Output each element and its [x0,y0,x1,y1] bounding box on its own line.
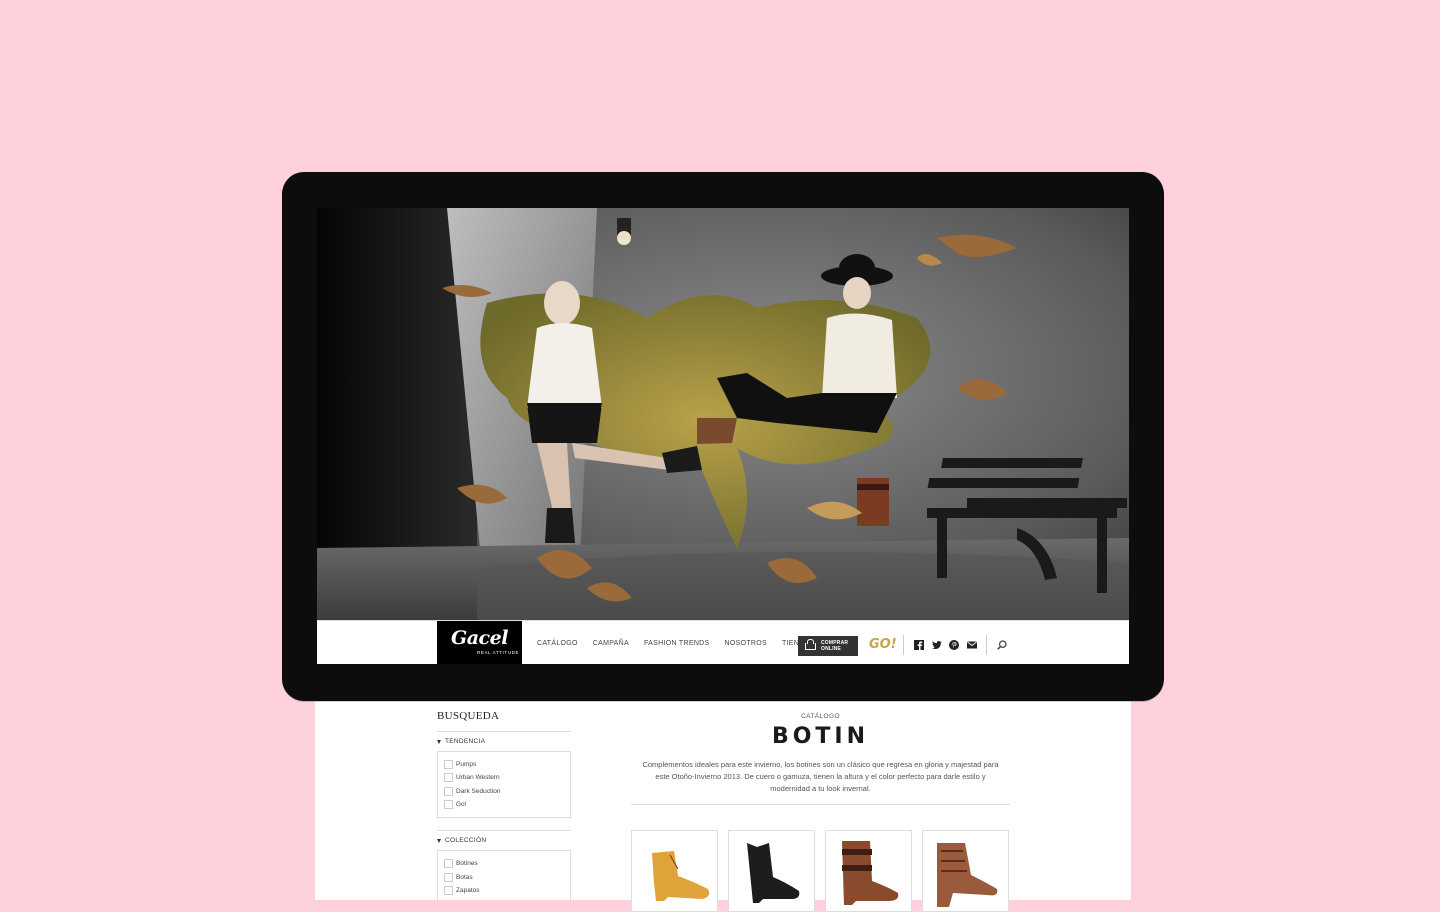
device-frame: Gacel REAL ATTITUDE CATÁLOGO CAMPAÑA FAS… [282,172,1164,701]
product-image-brown-buckle-bootie [842,841,899,905]
category-description: Complementos ideales para este invierno,… [642,760,999,793]
filter-heading-label: COLECCIÓN [445,837,487,845]
filter-heading-tendencia[interactable]: TENDENCIA [437,738,571,745]
filter-options-tendencia: Pumps Urban Western Dark Seduction Go! [437,751,571,819]
pinterest-icon[interactable] [949,640,959,650]
buy-online-line2: ONLINE [821,646,842,652]
device-screen: Gacel REAL ATTITUDE CATÁLOGO CAMPAÑA FAS… [317,208,1129,664]
caret-down-icon [437,739,441,744]
filter-heading-label: TENDENCIA [445,738,486,745]
top-navigation-bar: Gacel REAL ATTITUDE CATÁLOGO CAMPAÑA FAS… [317,620,1129,664]
checkbox[interactable] [444,786,453,796]
basket-icon [805,638,816,650]
main-menu: CATÁLOGO CAMPAÑA FASHION TRENDS NOSOTROS… [537,621,829,664]
content-divider [631,804,1010,805]
logo-tagline: REAL ATTITUDE [477,650,520,655]
search-icon[interactable] [997,640,1007,650]
filter-option-botines[interactable]: Botines [444,857,570,870]
facebook-icon[interactable] [914,640,924,650]
logo-text: Gacel [451,627,508,649]
search-sidebar: BUSQUEDA TENDENCIA Pumps Urban Western D… [437,710,571,905]
catalog-main: CATÁLOGO BOTIN Complementos ideales para… [631,710,1010,912]
twitter-icon[interactable] [932,640,942,650]
checkbox[interactable] [444,800,453,810]
nav-divider [903,635,904,655]
filter-option-botas[interactable]: Botas [444,870,570,883]
nav-nosotros[interactable]: NOSOTROS [725,640,767,647]
brand-logo[interactable]: Gacel REAL ATTITUDE [437,621,522,664]
section-label: CATÁLOGO [801,713,840,720]
checkbox[interactable] [444,885,453,895]
product-image-black-western-bootie [747,843,800,903]
filter-option-dark-seduction[interactable]: Dark Seduction [444,785,570,798]
checkbox[interactable] [444,760,453,770]
hero-campaign-image [317,208,1129,620]
nav-catalogo[interactable]: CATÁLOGO [537,640,578,647]
go-partner-logo[interactable]: GO! [869,637,897,652]
checkbox[interactable] [444,859,453,869]
checkbox[interactable] [444,773,453,783]
mail-icon[interactable] [967,640,977,650]
page-title: BOTIN [771,724,870,749]
buy-online-button[interactable]: COMPRAR ONLINE [798,636,858,656]
sidebar-title: BUSQUEDA [437,710,571,732]
checkbox[interactable] [444,872,453,882]
filter-option-go[interactable]: Go! [444,798,570,811]
nav-campana[interactable]: CAMPAÑA [593,640,629,647]
filter-options-coleccion: Botines Botas Zapatos [437,850,571,905]
product-image-mustard-bootie [652,851,710,901]
nav-fashion-trends[interactable]: FASHION TRENDS [644,640,710,647]
caret-down-icon [437,838,441,843]
filter-heading-coleccion[interactable]: COLECCIÓN [437,837,571,844]
sidebar-divider [437,830,571,832]
filter-option-zapatos[interactable]: Zapatos [444,884,570,897]
nav-divider-2 [986,635,987,655]
filter-option-pumps[interactable]: Pumps [444,758,570,771]
filter-option-urban-western[interactable]: Urban Western [444,771,570,784]
product-image-caged-wedge-bootie [937,843,998,907]
